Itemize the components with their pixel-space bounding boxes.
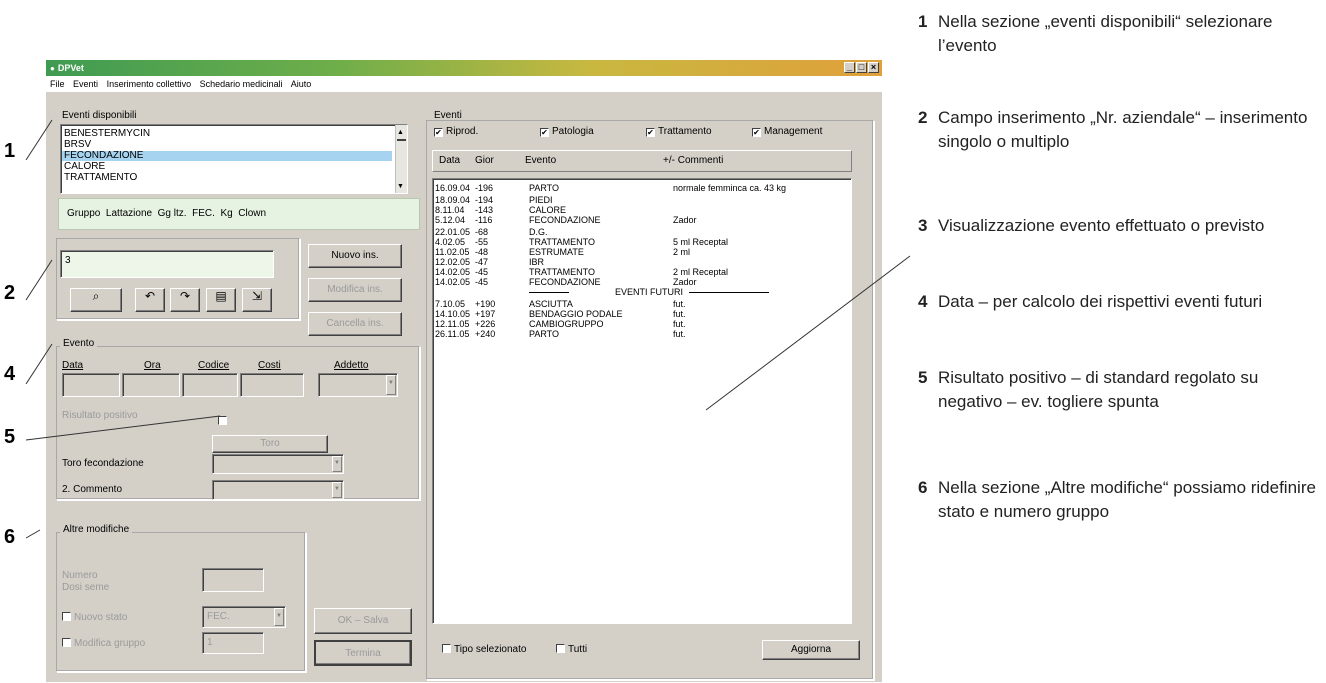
explanation-number: 3 — [918, 216, 928, 235]
explanation-number: 4 — [918, 292, 928, 311]
explanation-text: Nella sezione „eventi disponibili“ selez… — [938, 12, 1273, 55]
callout-line-2 — [25, 259, 53, 301]
callout-line-4 — [25, 343, 53, 385]
explanation-text: Visualizzazione evento effettuato o prev… — [938, 216, 1265, 235]
explanation-text: Nella sezione „Altre modifiche“ possiamo… — [938, 478, 1316, 521]
explanation-number: 2 — [918, 108, 928, 127]
callout-line-3 — [705, 255, 911, 411]
callout-line-5 — [25, 415, 221, 441]
callout-lines — [25, 119, 911, 539]
explanation-number: 1 — [918, 12, 928, 31]
callout-line-6 — [25, 529, 41, 539]
explanation-text: Risultato positivo – di standard regolat… — [938, 368, 1259, 411]
explanation-number: 5 — [918, 368, 928, 387]
explanation-number: 6 — [918, 478, 928, 497]
explanation-text: Data – per calcolo dei rispettivi eventi… — [938, 292, 1263, 311]
explanation-text: Campo inserimento „Nr. aziendale“ – inse… — [938, 108, 1308, 151]
callout-line-1 — [25, 119, 53, 161]
